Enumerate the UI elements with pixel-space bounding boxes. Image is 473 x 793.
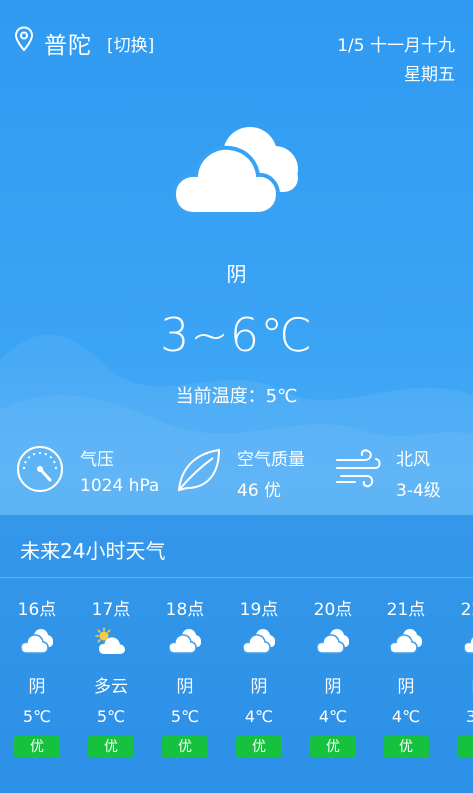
aqi-badge: 优 <box>88 736 134 758</box>
hour-temperature: 5℃ <box>96 707 126 726</box>
hour-condition: 阴 <box>250 677 268 697</box>
hour-temperature: 5℃ <box>22 707 52 726</box>
hour-time: 22点 <box>460 600 473 620</box>
hour-item: 21点 阴 4℃ 优 <box>376 577 436 793</box>
air-quality-label: 空气质量 <box>237 450 305 470</box>
date-text: 1/5 十一月十九 <box>337 36 455 56</box>
hour-time: 19点 <box>239 600 279 620</box>
hour-condition: 多云 <box>94 677 128 697</box>
hour-item: 18点 阴 5℃ 优 <box>155 577 215 793</box>
hour-temperature: 5℃ <box>170 707 200 726</box>
cloudy-icon <box>172 127 298 216</box>
hour-condition: 阴 <box>324 677 342 697</box>
hour-condition: 阴 <box>440 672 473 697</box>
pressure-label: 气压 <box>80 450 114 470</box>
cloudy-icon <box>389 629 422 654</box>
hour-item: 20点 阴 4℃ 优 <box>303 577 363 793</box>
hour-time: 21点 <box>386 600 426 620</box>
aqi-badge: 优 <box>310 736 356 758</box>
hour-temperature: 3℃ <box>465 707 473 726</box>
current-temperature: 当前温度：5℃ <box>175 386 298 407</box>
switch-city-link[interactable]: [切换] <box>107 31 154 56</box>
hour-time: 16点 <box>17 600 57 620</box>
cloudy-icon <box>463 635 473 654</box>
hour-temperature: 4℃ <box>318 707 348 726</box>
hour-time: 20点 <box>313 600 353 620</box>
weekday-text: 星期五 <box>404 65 455 85</box>
cloudy-icon <box>316 629 349 654</box>
hour-condition: 阴 <box>397 677 415 697</box>
hour-item: 22点 阴 3℃ 优 <box>450 577 473 793</box>
hour-temperature: 4℃ <box>391 707 421 726</box>
air-quality-metric: 空气质量 46 优 <box>175 440 325 501</box>
hour-condition: 阴 <box>28 677 46 697</box>
top-bar: 普陀 [切换] 1/5 十一月十九 星期五 <box>0 0 473 90</box>
wind-direction: 北风 <box>396 450 430 470</box>
hourly-forecast-list[interactable]: 16点 阴 5℃ 优 17点 多云 5℃ 优 18点 阴 5℃ 优 19点 阴 … <box>0 577 473 793</box>
wind-level: 3-4级 <box>396 481 441 501</box>
wind-metric: 北风 3-4级 <box>335 440 465 501</box>
cloudy-icon <box>168 629 201 654</box>
hour-item: 16点 阴 5℃ 优 <box>7 577 67 793</box>
pressure-metric: 气压 1024 hPa <box>15 440 165 500</box>
location-pin-icon[interactable] <box>14 26 34 52</box>
hour-condition: 阴 <box>176 677 194 697</box>
aqi-badge: 优 <box>162 736 208 758</box>
partly-cloudy-icon <box>95 627 125 654</box>
hour-item: 17点 多云 5℃ 优 <box>81 577 141 793</box>
leaf-icon <box>177 448 221 492</box>
aqi-badge: 优 <box>383 736 429 758</box>
wind-icon <box>336 449 381 488</box>
aqi-badge: 优 <box>14 736 60 758</box>
hour-time: 17点 <box>91 600 131 620</box>
forecast-title: 未来24小时天气 <box>20 539 166 563</box>
hour-temperature: 4℃ <box>244 707 274 726</box>
temperature-range: 3~6℃ <box>160 308 313 362</box>
hour-time: 18点 <box>165 600 205 620</box>
cloudy-icon <box>242 629 275 654</box>
weather-condition: 阴 <box>226 262 247 286</box>
hour-item: 19点 阴 4℃ 优 <box>229 577 289 793</box>
forecast-panel: 未来24小时天气 16点 阴 5℃ 优 17点 多云 5℃ 优 18点 阴 5℃… <box>0 515 473 793</box>
aqi-badge: 优 <box>236 736 282 758</box>
air-quality-value: 46 优 <box>237 481 282 501</box>
aqi-badge: 优 <box>457 736 473 758</box>
gauge-icon <box>17 446 63 492</box>
pressure-value: 1024 hPa <box>80 476 160 496</box>
city-name[interactable]: 普陀 <box>44 26 92 60</box>
cloudy-icon <box>20 629 53 654</box>
